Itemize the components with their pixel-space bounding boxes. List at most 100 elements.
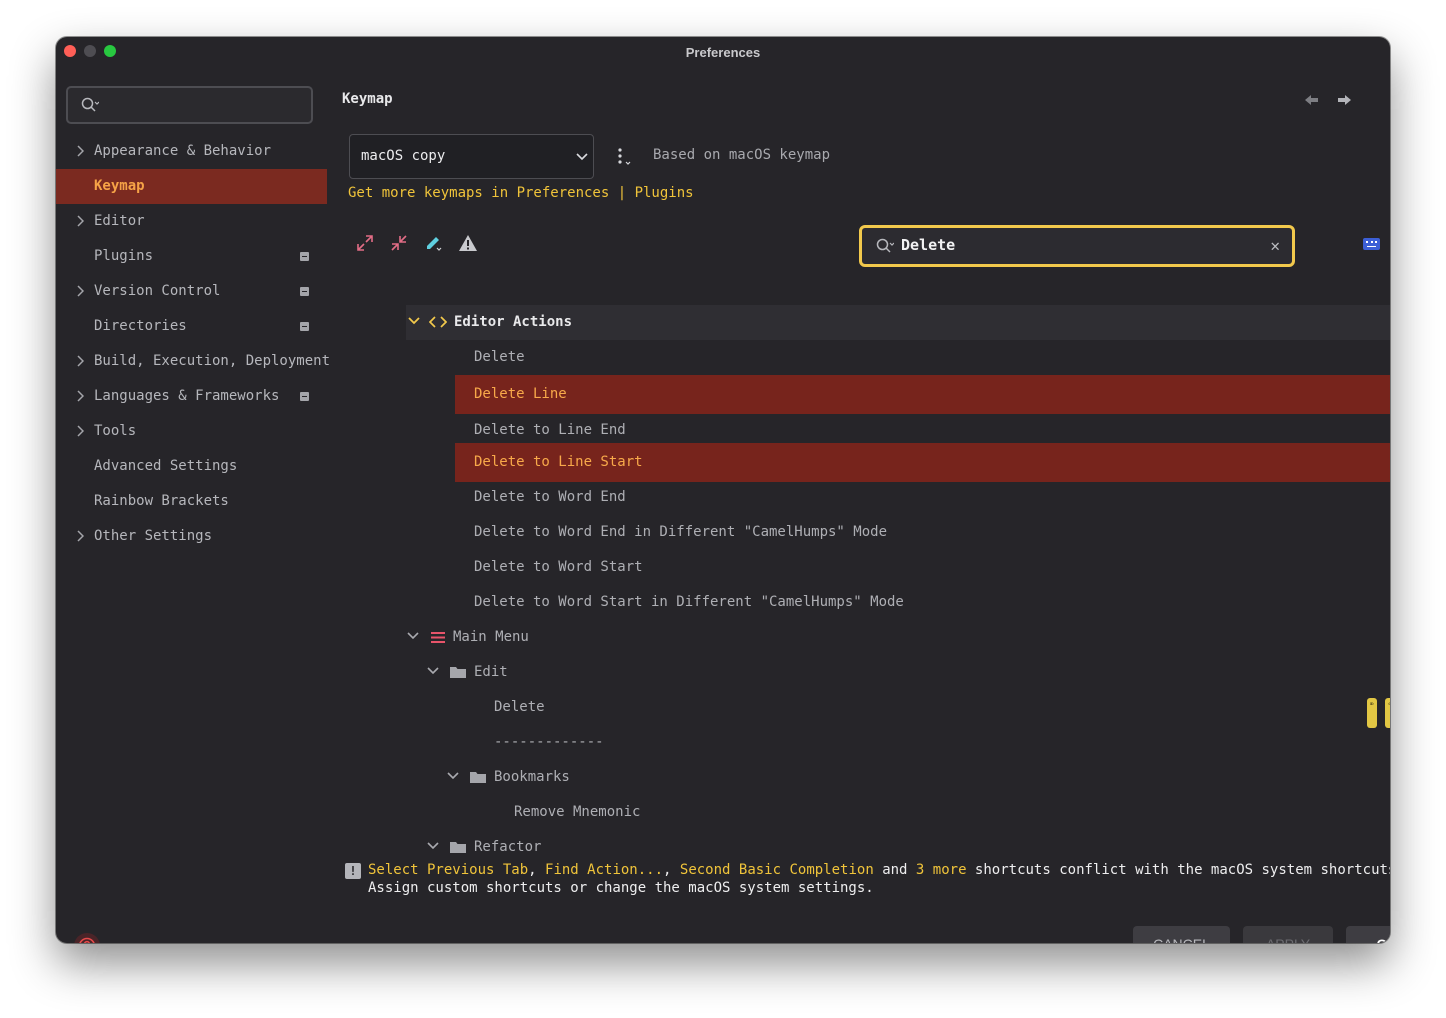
sidebar-item-label: Other Settings — [94, 528, 213, 544]
tree-row-delete[interactable]: Delete ⌦ — [327, 340, 1390, 375]
tree-node-bookmarks[interactable]: Bookmarks — [327, 760, 1390, 795]
tree-label: Bookmarks — [494, 769, 570, 785]
sidebar-item-other-settings[interactable]: Other Settings — [56, 519, 327, 554]
zoom-window-button[interactable] — [104, 45, 116, 57]
conflicts-warning-icon[interactable] — [458, 234, 477, 252]
tree-node-edit[interactable]: Edit — [327, 655, 1390, 690]
get-more-keymaps-link[interactable]: Get more keymaps in Preferences | Plugin… — [348, 185, 694, 201]
tree-row-delete-to-word-end-camel[interactable]: Delete to Word End in Different "CamelHu… — [327, 515, 1390, 550]
tree-row-delete-to-line-start[interactable]: Delete to Line Start ⌘⌫ — [455, 443, 1390, 482]
sidebar-item-directories[interactable]: Directories — [56, 309, 327, 344]
tree-node-main-menu[interactable]: Main Menu — [327, 620, 1390, 655]
history-navigation — [1304, 94, 1352, 106]
chevron-right-icon[interactable] — [76, 530, 84, 542]
sidebar-item-keymap[interactable]: Keymap — [56, 169, 327, 204]
tree-label: Edit — [474, 664, 508, 680]
conflict-separator: , — [663, 862, 680, 878]
tree-row-delete-to-word-start[interactable]: Delete to Word Start ⌥⌫ — [327, 550, 1390, 585]
conflict-rest-text: shortcuts conflict with the macOS system… — [966, 862, 1390, 878]
conflict-and-text: and — [873, 862, 916, 878]
conflict-warning-icon: ! — [345, 863, 361, 879]
conflict-link-more[interactable]: 3 more — [916, 862, 967, 878]
expand-all-icon[interactable] — [356, 234, 374, 252]
chevron-down-icon[interactable] — [427, 667, 439, 675]
sidebar-item-plugins[interactable]: Plugins — [56, 239, 327, 274]
sidebar-item-appearance-behavior[interactable]: Appearance & Behavior — [56, 134, 327, 169]
ok-button[interactable]: OK — [1346, 926, 1390, 943]
tree-node-refactor[interactable]: Refactor — [327, 830, 1390, 860]
chevron-right-icon[interactable] — [76, 390, 84, 402]
tree-label: Delete Line — [474, 386, 567, 402]
sidebar-item-version-control[interactable]: Version Control — [56, 274, 327, 309]
based-on-text: Based on macOS keymap — [653, 147, 831, 163]
cancel-button[interactable]: CANCEL — [1133, 926, 1230, 943]
chevron-down-icon[interactable] — [407, 632, 419, 640]
help-icon — [79, 937, 95, 943]
sidebar-item-editor[interactable]: Editor — [56, 204, 327, 239]
sidebar-item-label: Version Control — [94, 283, 221, 299]
project-level-icon — [300, 287, 309, 296]
minimize-window-button[interactable] — [84, 45, 96, 57]
conflict-separator: , — [528, 862, 546, 878]
clear-filter-icon[interactable]: ✕ — [1270, 236, 1280, 255]
chevron-down-icon[interactable] — [427, 842, 439, 850]
conflict-link-select-previous-tab[interactable]: Select Previous Tab — [368, 862, 528, 878]
action-filter-value: Delete — [901, 236, 956, 254]
keymap-options-icon[interactable] — [616, 147, 632, 167]
tree-row-remove-mnemonic[interactable]: Remove Mnemonic — [327, 795, 1390, 830]
tree-node-editor-actions[interactable]: Editor Actions — [406, 305, 1390, 340]
sidebar-item-tools[interactable]: Tools — [56, 414, 327, 449]
sidebar-item-label: Plugins — [94, 248, 154, 264]
chevron-right-icon[interactable] — [76, 145, 84, 157]
back-arrow-icon[interactable] — [1304, 94, 1319, 106]
keymap-select[interactable]: macOS copy — [349, 134, 594, 179]
sidebar-item-label: Appearance & Behavior — [94, 143, 272, 159]
sidebar-item-build-execution-deployment[interactable]: Build, Execution, Deployment — [56, 344, 331, 379]
sidebar-item-label: Keymap — [94, 178, 145, 194]
title-bar: Preferences — [56, 37, 1390, 67]
tree-label: Delete to Line End — [474, 422, 626, 438]
sidebar-item-label: Rainbow Brackets — [94, 493, 229, 509]
sidebar-item-label: Editor — [94, 213, 145, 229]
preferences-window: Preferences Appearance & Behavior Keymap E… — [56, 37, 1390, 943]
project-level-icon — [300, 392, 309, 401]
folder-icon — [450, 842, 466, 853]
tree-row-delete-to-word-start-camel[interactable]: Delete to Word Start in Different "Camel… — [327, 585, 1390, 620]
chevron-right-icon[interactable] — [76, 215, 84, 227]
shortcut-key: ⌦ — [1367, 698, 1377, 728]
action-filter-input[interactable]: Delete ✕ — [859, 225, 1295, 267]
keymap-select-value: macOS copy — [361, 148, 446, 164]
forward-arrow-icon[interactable] — [1337, 94, 1352, 106]
shortcut-conflict-message: Select Previous Tab, Find Action..., Sec… — [368, 861, 1390, 897]
find-by-shortcut-keyboard-icon[interactable] — [1363, 238, 1380, 250]
tree-label: Delete to Word End — [474, 489, 626, 505]
chevron-right-icon[interactable] — [76, 425, 84, 437]
keymap-panel: Keymap macOS copy Based on macOS keymap … — [327, 67, 1390, 943]
tree-row-delete-line[interactable]: Delete Line — [455, 375, 1390, 414]
sidebar-item-label: Build, Execution, Deployment — [94, 353, 331, 369]
tree-row-separator: ------------- — [327, 725, 1390, 760]
chevron-right-icon[interactable] — [76, 285, 84, 297]
tree-label: Delete to Word End in Different "CamelHu… — [474, 524, 888, 540]
search-icon — [876, 238, 895, 258]
sidebar-item-languages-frameworks[interactable]: Languages & Frameworks — [56, 379, 327, 414]
chevron-right-icon[interactable] — [76, 355, 84, 367]
tree-row-delete-to-word-end[interactable]: Delete to Word End ⌥⌦ — [327, 480, 1390, 515]
sidebar-search-input[interactable] — [66, 86, 313, 124]
window-controls — [64, 45, 116, 57]
tree-label: Delete to Line Start — [474, 454, 643, 470]
tree-row-edit-delete[interactable]: Delete ⌦ ⌫ ⌘⌫ — [327, 690, 1390, 728]
chevron-down-icon[interactable] — [408, 317, 420, 325]
collapse-all-icon[interactable] — [390, 234, 408, 252]
edit-shortcut-icon[interactable] — [424, 234, 442, 252]
sidebar-item-rainbow-brackets[interactable]: Rainbow Brackets — [56, 484, 327, 519]
close-window-button[interactable] — [64, 45, 76, 57]
sidebar-item-label: Directories — [94, 318, 187, 334]
help-button[interactable] — [74, 933, 100, 943]
conflict-link-second-basic-completion[interactable]: Second Basic Completion — [680, 862, 874, 878]
tree-label: Delete to Word Start in Different "Camel… — [474, 594, 904, 610]
chevron-down-icon[interactable] — [447, 772, 459, 780]
conflict-link-find-action[interactable]: Find Action... — [545, 862, 663, 878]
apply-button[interactable]: APPLY — [1243, 926, 1333, 943]
sidebar-item-advanced-settings[interactable]: Advanced Settings — [56, 449, 327, 484]
